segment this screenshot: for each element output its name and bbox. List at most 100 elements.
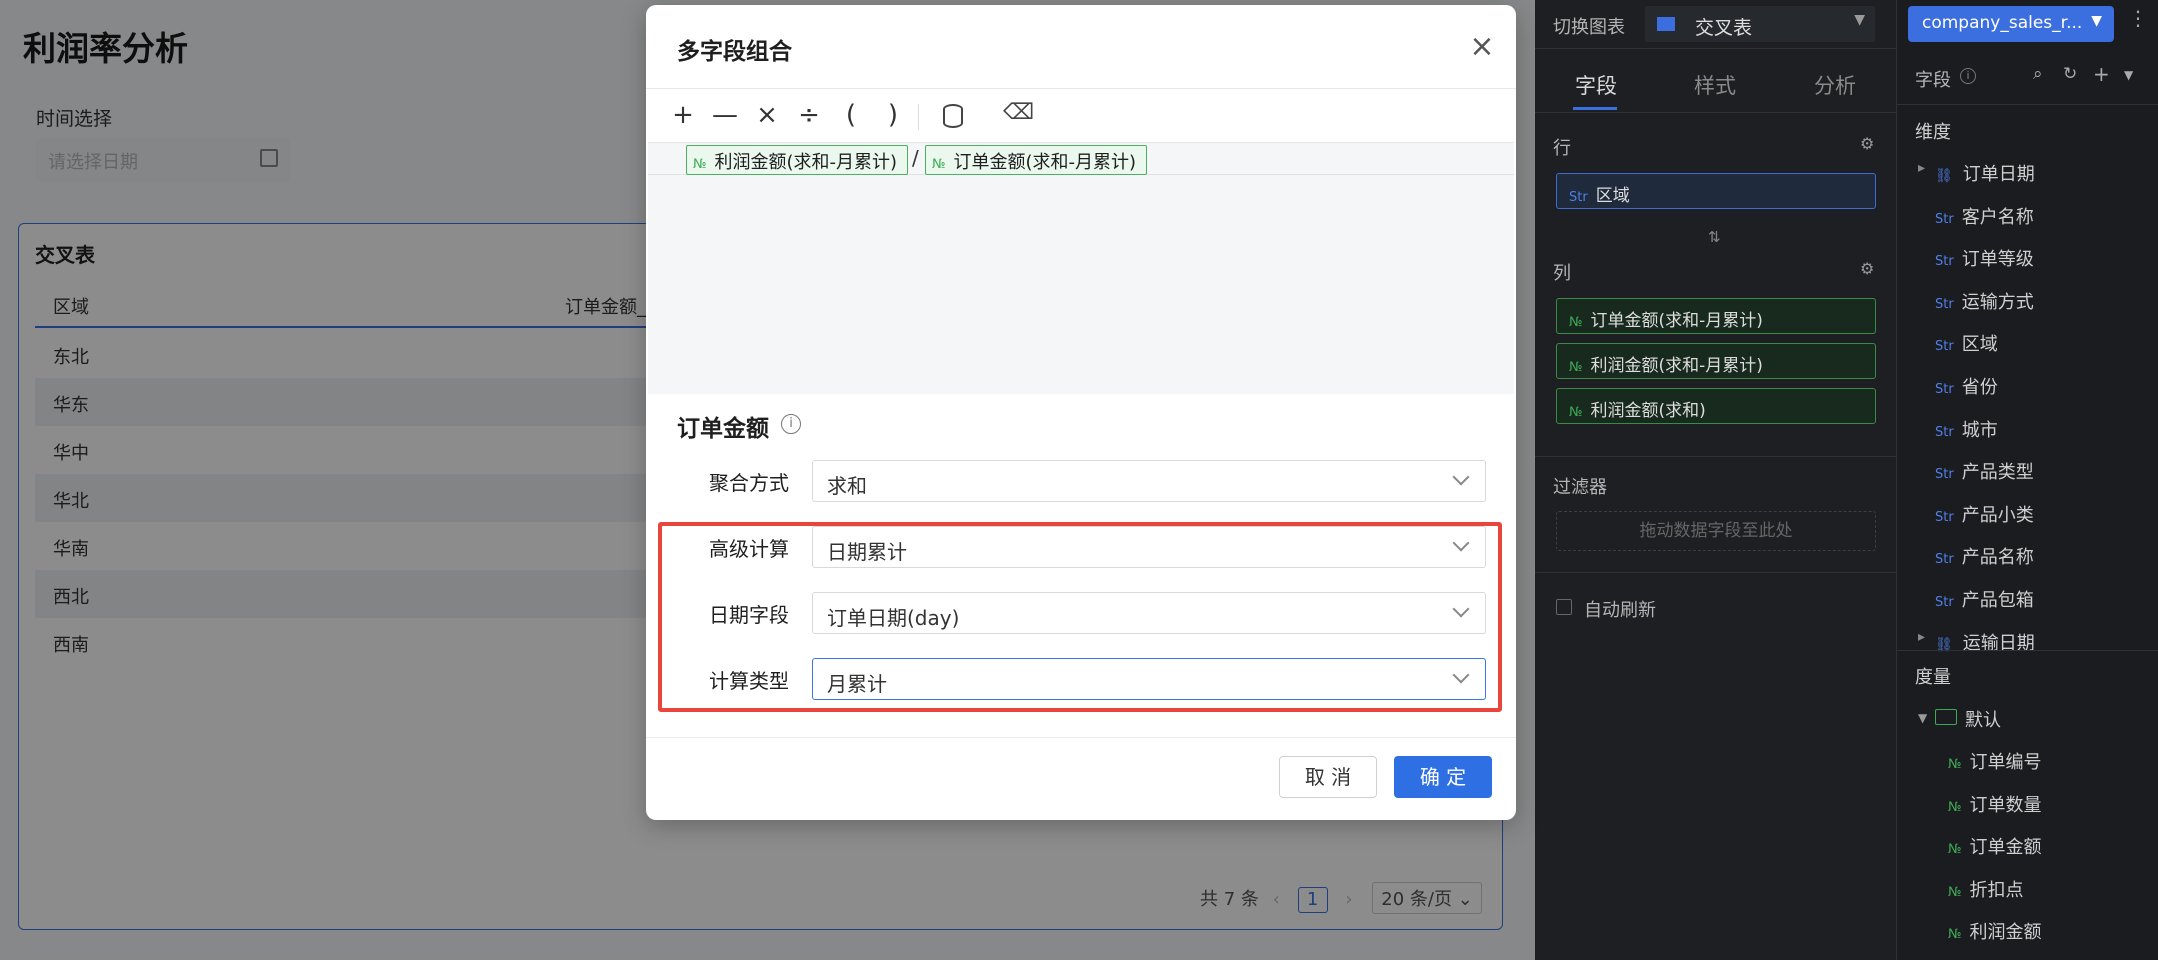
dimension-label: 城市 [1961, 419, 1998, 441]
filter-drop-zone[interactable]: 拖动数据字段至此处 [1556, 511, 1876, 551]
str-type-icon: Str [1935, 509, 1954, 525]
collapse-icon[interactable]: ▼ [1918, 711, 1927, 725]
columns-settings-icon[interactable]: ⚙ [1860, 259, 1874, 278]
dialog-footer-divider [646, 737, 1516, 738]
dimension-item[interactable]: Str 省份 [1935, 373, 1998, 399]
dimension-label: 客户名称 [1961, 206, 2034, 228]
fields-label: 字段 [1915, 70, 1951, 91]
expand-icon[interactable]: ▸ [1918, 629, 1925, 645]
column-chip-label: 利润金额(求和) [1590, 401, 1706, 421]
measure-label: 折扣点 [1969, 879, 2024, 901]
section-title: 订单金额 [677, 416, 769, 442]
column-chip-label: 订单金额(求和-月累计) [1590, 311, 1763, 331]
add-icon[interactable]: + [2093, 62, 2110, 86]
dimension-item[interactable]: Str 城市 [1935, 416, 1998, 442]
number-type-icon: № [1569, 315, 1583, 330]
left-paren-button[interactable]: ( [836, 100, 866, 130]
tab-analysis[interactable]: 分析 [1814, 70, 1856, 100]
measure-group-label[interactable]: 默认 [1965, 706, 2001, 732]
measure-label: 订单数量 [1969, 794, 2042, 816]
confirm-button[interactable]: 确 定 [1394, 756, 1492, 798]
dimension-label: 产品包箱 [1961, 590, 2034, 611]
number-type-icon: № [1948, 884, 1962, 900]
cancel-button[interactable]: 取 消 [1279, 756, 1377, 798]
multiply-operator-button[interactable]: × [752, 100, 782, 130]
number-type-icon: № [1569, 405, 1583, 420]
str-type-icon: Str [1935, 382, 1954, 397]
swap-icon[interactable]: ⇅ [1708, 228, 1721, 246]
chevron-down-icon [1452, 468, 1470, 486]
dimension-item[interactable]: Str 产品名称 [1935, 543, 2034, 569]
dimension-item[interactable]: Str 订单等级 [1935, 245, 2034, 271]
dimension-label: 产品类型 [1961, 462, 2034, 484]
measure-item[interactable]: № 订单数量 [1948, 791, 2042, 817]
refresh-icon[interactable]: ↻ [2063, 64, 2077, 84]
auto-refresh-label: 自动刷新 [1584, 600, 1656, 621]
measure-item[interactable]: № 利润金额 [1948, 918, 2042, 944]
expand-icon[interactable]: ▸ [1918, 160, 1925, 176]
search-icon[interactable]: ⌕ [2033, 64, 2043, 84]
tab-active-indicator [1573, 107, 1617, 110]
chevron-down-icon[interactable]: ▼ [2124, 68, 2133, 82]
formula-token-label: 订单金额(求和-月累计) [953, 152, 1137, 173]
chart-type-value: 交叉表 [1695, 17, 1753, 39]
measure-item[interactable]: № 折扣点 [1948, 876, 2024, 902]
column-chip[interactable]: № 利润金额(求和) [1556, 388, 1876, 424]
str-type-icon: Str [1935, 467, 1954, 483]
str-type-icon: Str [1935, 296, 1954, 312]
dimension-label: 产品小类 [1961, 504, 2034, 526]
dimension-item[interactable]: Str 产品包箱 [1935, 586, 2034, 612]
column-chip[interactable]: № 利润金额(求和-月累计) [1556, 343, 1876, 379]
tab-fields[interactable]: 字段 [1575, 70, 1617, 100]
dimension-item[interactable]: Str 运输方式 [1935, 288, 2034, 314]
info-icon: i [781, 414, 801, 434]
minus-operator-button[interactable]: — [710, 100, 740, 130]
aggregation-value: 求和 [827, 474, 867, 498]
dimension-label: 订单等级 [1961, 249, 2034, 271]
plus-operator-button[interactable]: + [668, 100, 698, 130]
measure-item[interactable]: № 订单编号 [1948, 748, 2042, 774]
str-type-icon: Str [1935, 424, 1954, 440]
formula-token[interactable]: № 订单金额(求和-月累计) [925, 145, 1148, 175]
dimension-label: 省份 [1961, 377, 1998, 398]
dimension-item[interactable]: Str 客户名称 [1935, 203, 2034, 229]
dataset-name: company_sales_r... [1922, 13, 2083, 33]
dimension-item[interactable]: ▸ ⛓ 订单日期 [1918, 160, 2035, 186]
table-chart-icon [1657, 17, 1675, 31]
switch-chart-label: 切换图表 [1553, 17, 1625, 38]
number-type-icon: № [693, 157, 707, 172]
str-type-icon: Str [1935, 211, 1954, 227]
dimension-item[interactable]: Str 区域 [1935, 330, 1998, 356]
dimension-label: 产品名称 [1961, 547, 2034, 569]
formula-editor[interactable] [648, 142, 1514, 394]
number-type-icon: № [932, 157, 946, 172]
str-type-icon: Str [1935, 254, 1954, 270]
rows-settings-icon[interactable]: ⚙ [1860, 134, 1874, 153]
more-icon[interactable]: ⋮ [2128, 6, 2148, 30]
measure-label: 利润金额 [1969, 922, 2042, 944]
measure-item[interactable]: № 订单金额 [1948, 833, 2042, 859]
measure-label: 订单编号 [1969, 752, 2042, 773]
tab-style[interactable]: 样式 [1694, 70, 1736, 100]
aggregation-select[interactable]: 求和 [812, 460, 1486, 502]
formula-token[interactable]: № 利润金额(求和-月累计) [686, 145, 909, 175]
dataset-select[interactable]: company_sales_r... ▼ [1908, 6, 2114, 42]
dimension-item[interactable]: Str 产品小类 [1935, 501, 2034, 527]
clear-formula-icon[interactable]: ⌫ [1003, 100, 1034, 125]
database-icon[interactable] [943, 104, 963, 128]
measures-label: 度量 [1915, 667, 1951, 688]
right-paren-button[interactable]: ) [878, 100, 908, 130]
column-chip[interactable]: № 订单金额(求和-月累计) [1556, 298, 1876, 334]
dimension-label: 订单日期 [1962, 164, 2035, 185]
chevron-down-icon: ▼ [2091, 13, 2102, 29]
close-icon[interactable]: × [1468, 32, 1496, 62]
divide-operator-button[interactable]: ÷ [794, 100, 824, 130]
row-chip-region[interactable]: Str 区域 [1556, 173, 1876, 209]
aggregation-label: 聚合方式 [709, 471, 789, 495]
auto-refresh-checkbox[interactable] [1556, 599, 1572, 615]
dimension-label: 区域 [1961, 334, 1998, 356]
chart-type-select[interactable]: 交叉表 ▼ [1645, 6, 1875, 42]
row-chip-label: 区域 [1595, 186, 1630, 206]
str-type-icon: Str [1935, 339, 1954, 355]
dimension-item[interactable]: Str 产品类型 [1935, 458, 2034, 484]
